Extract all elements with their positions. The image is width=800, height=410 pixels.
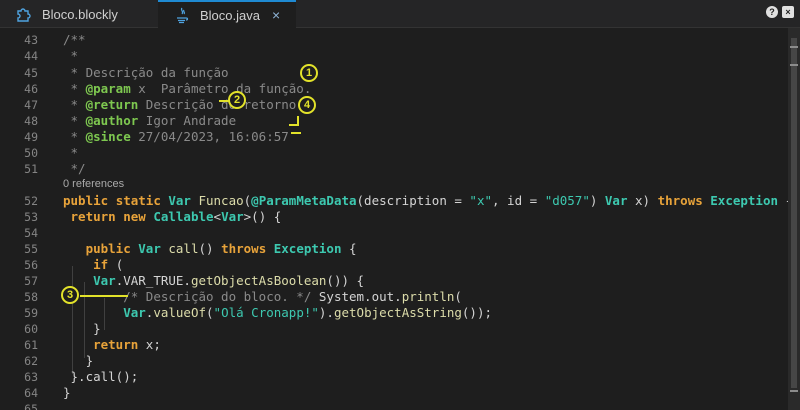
callout-4: 4 xyxy=(298,96,316,114)
code-line: 51 */ xyxy=(24,161,86,176)
code-line: 44 * xyxy=(24,48,79,63)
scrollbar-thumb[interactable] xyxy=(791,38,797,388)
code-line: 47 * @return Descrição do retorno. xyxy=(24,97,304,112)
code-line: 59 Var.valueOf("Olá Cronapp!").getObject… xyxy=(24,305,493,320)
code-line: 52 public static Var Funcao(@ParamMetaDat… xyxy=(0,193,788,209)
code-text: Var.valueOf("Olá Cronapp!").getObjectAsS… xyxy=(123,305,493,320)
code-lens[interactable]: 0 references xyxy=(0,178,788,191)
window-controls: ? × xyxy=(766,6,794,18)
callout-connector xyxy=(291,132,301,134)
code-text: public static Var Funcao(@ParamMetaData(… xyxy=(63,193,788,208)
close-tab-icon[interactable]: × xyxy=(272,7,280,23)
code-line: 55 public Var call() throws Exception { xyxy=(24,241,357,256)
code-line: 64} xyxy=(24,385,71,400)
code-text: * @since 27/04/2023, 16:06:57 xyxy=(63,129,289,144)
code-line: 58 /* Descrição do bloco. */ System.out.… xyxy=(24,289,462,304)
code-text: Var.VAR_TRUE.getObjectAsBoolean()) { xyxy=(93,273,365,288)
code-line: 50 * xyxy=(24,145,79,160)
callout-1: 1 xyxy=(300,64,318,82)
code-text: * @author Igor Andrade xyxy=(63,113,237,128)
code-line: 43/** xyxy=(24,32,86,47)
code-line: 54 xyxy=(24,226,38,240)
tab-bloco-blockly[interactable]: Bloco.blockly xyxy=(0,0,158,28)
code-text: * @return Descrição do retorno. xyxy=(63,97,304,112)
code-line: 60 } xyxy=(24,321,101,336)
code-text: return new Callable<Var>() { xyxy=(70,209,282,224)
code-text: if ( xyxy=(93,257,124,272)
callout-connector xyxy=(80,295,128,297)
overview-marker xyxy=(790,46,798,48)
help-icon[interactable]: ? xyxy=(766,6,778,18)
code-line: 49 * @since 27/04/2023, 16:06:57 xyxy=(24,129,289,144)
code-line: 53 return new Callable<Var>() { xyxy=(24,209,282,224)
code-line: 63 }.call(); xyxy=(24,369,139,384)
tab-bar: Bloco.blockly Bloco.java × ? × xyxy=(0,0,800,28)
code-text: return x; xyxy=(93,337,161,352)
code-line: 48 * @author Igor Andrade xyxy=(24,113,237,128)
vertical-scrollbar[interactable] xyxy=(788,28,800,410)
java-icon xyxy=(172,5,192,25)
callout-3: 3 xyxy=(61,286,79,304)
puzzle-icon xyxy=(14,4,34,24)
callout-2: 2 xyxy=(228,91,246,109)
code-line: 61 return x; xyxy=(24,337,161,352)
tab-label: Bloco.blockly xyxy=(42,6,118,22)
code-line: 65 xyxy=(24,402,38,410)
code-line: 46 * @param x Parâmetro da função. xyxy=(24,81,312,96)
overview-marker xyxy=(790,390,798,392)
code-line: 45 * Descrição da função xyxy=(24,65,229,80)
code-line: 56 if ( xyxy=(24,257,124,272)
tab-bloco-java[interactable]: Bloco.java × xyxy=(158,0,296,28)
code-text: /* Descrição do bloco. */ System.out.pri… xyxy=(123,289,462,304)
overview-marker xyxy=(790,64,798,66)
code-text: * @param x Parâmetro da função. xyxy=(63,81,312,96)
callout-connector xyxy=(289,124,299,126)
close-icon[interactable]: × xyxy=(782,6,794,18)
code-line: 57 Var.VAR_TRUE.getObjectAsBoolean()) { xyxy=(24,273,365,288)
code-line: 62 } xyxy=(24,353,94,368)
code-editor[interactable]: 43/** 44 * 45 * Descrição da função 46 *… xyxy=(0,28,788,410)
tab-label: Bloco.java xyxy=(200,7,260,23)
references-link: 0 references xyxy=(63,178,125,190)
code-text: public Var call() throws Exception { xyxy=(85,241,357,256)
